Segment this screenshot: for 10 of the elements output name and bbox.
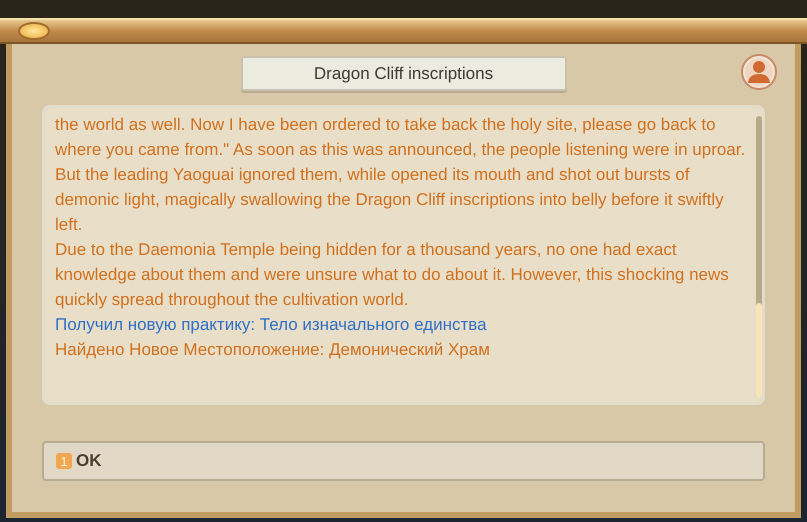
message-text: Due to the Daemonia Temple being hidden for a thousand years, no one had exact knowledge about them and were unsure what to do about it. However, this shocking news quickly spread throughout the cultivation world. bbox=[55, 239, 730, 311]
dialog-title: Dragon Cliff inscriptions bbox=[240, 56, 566, 91]
message-text: Получил новую практику: Тело изначального единства bbox=[55, 314, 488, 336]
hotkey-badge: 1 bbox=[56, 453, 72, 469]
message-text: the world as well. Now I have been ordered to take back the holy site, please go back to where you came from." As soon as this was announced, the people listening were in uproar. But the leading Yaoguai ignored them, while opened its mouth and shot out bursts of demonic light, magically swallowing the Dragon Cliff inscriptions into belly before it swiftly left. bbox=[55, 114, 746, 236]
message-text: Найдено Новое Местоположение: Демонический Храм bbox=[55, 339, 491, 361]
ok-button[interactable]: 1 OK bbox=[42, 441, 765, 481]
gem-icon bbox=[18, 22, 50, 40]
scrollbar[interactable] bbox=[756, 116, 762, 398]
avatar-icon[interactable] bbox=[741, 54, 777, 90]
